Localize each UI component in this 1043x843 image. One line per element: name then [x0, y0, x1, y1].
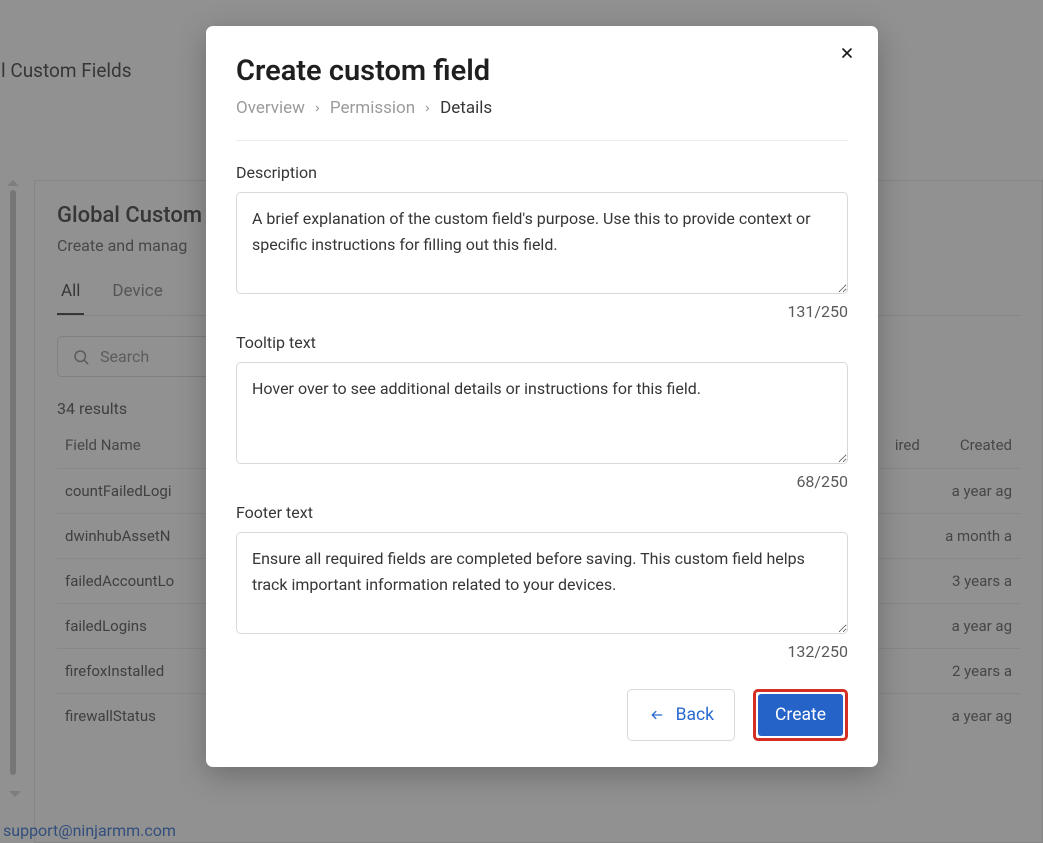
chevron-right-icon [313, 102, 322, 115]
modal-footer: Back Create [236, 689, 848, 741]
footer-label: Footer text [236, 503, 848, 522]
close-icon [839, 45, 855, 65]
create-custom-field-modal: Create custom field Overview Permission … [206, 26, 878, 767]
arrow-left-icon [648, 708, 666, 722]
tooltip-label: Tooltip text [236, 333, 848, 352]
footer-count: 132/250 [236, 642, 848, 661]
chevron-right-icon [423, 102, 432, 115]
back-button-label: Back [676, 705, 714, 725]
tooltip-group: Tooltip text 68/250 [236, 333, 848, 491]
footer-group: Footer text 132/250 [236, 503, 848, 661]
footer-textarea[interactable] [236, 532, 848, 634]
tooltip-textarea[interactable] [236, 362, 848, 464]
breadcrumb-details: Details [440, 98, 492, 118]
modal-title: Create custom field [236, 54, 848, 88]
create-button-highlight: Create [753, 689, 848, 741]
breadcrumb: Overview Permission Details [236, 98, 848, 141]
modal-overlay[interactable]: Create custom field Overview Permission … [0, 0, 1043, 843]
create-button[interactable]: Create [758, 694, 843, 736]
close-button[interactable] [834, 42, 860, 68]
description-group: Description 131/250 [236, 163, 848, 321]
create-button-label: Create [775, 705, 826, 725]
breadcrumb-overview[interactable]: Overview [236, 98, 305, 118]
breadcrumb-permission[interactable]: Permission [330, 98, 415, 118]
back-button[interactable]: Back [627, 689, 735, 741]
description-count: 131/250 [236, 302, 848, 321]
tooltip-count: 68/250 [236, 472, 848, 491]
description-label: Description [236, 163, 848, 182]
description-textarea[interactable] [236, 192, 848, 294]
